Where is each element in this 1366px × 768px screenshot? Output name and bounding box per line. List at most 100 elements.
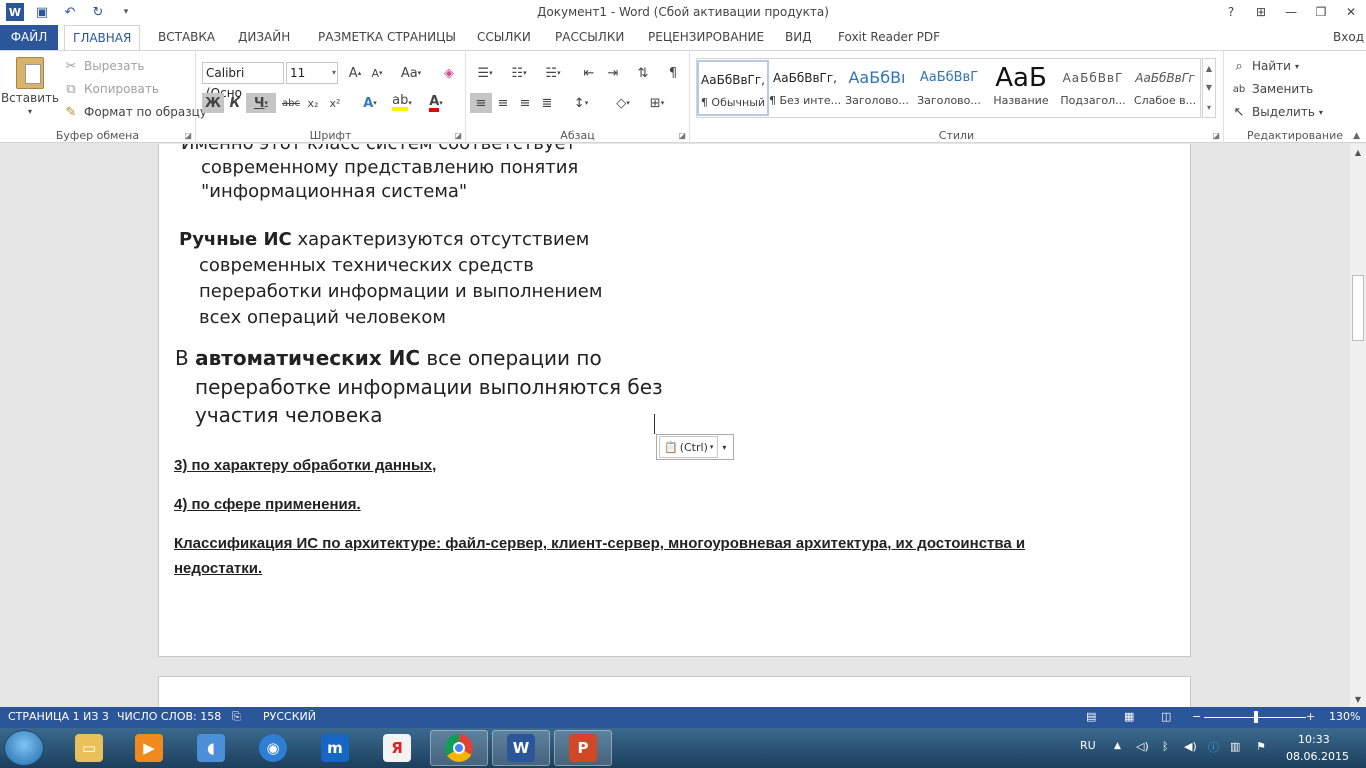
sort-icon[interactable]: ⇅ (632, 63, 654, 83)
zoom-in-icon[interactable]: + (1306, 710, 1315, 723)
show-marks-icon[interactable]: ¶ (662, 63, 684, 83)
copy-button[interactable]: ⧉ Копировать (62, 80, 159, 98)
cut-button[interactable]: ✂ Вырезать (62, 57, 145, 75)
superscript-button[interactable]: x² (324, 93, 346, 113)
bluetooth-icon[interactable]: ᛒ (1162, 740, 1169, 753)
taskbar-powerpoint[interactable]: P (554, 730, 612, 766)
taskbar-globe[interactable]: ◉ (244, 730, 302, 766)
taskbar-media-player[interactable]: ▶ (120, 730, 178, 766)
zoom-out-icon[interactable]: − (1192, 710, 1201, 723)
clear-formatting-icon[interactable]: ◈ (438, 63, 460, 83)
taskbar-maxthon[interactable]: m (306, 730, 364, 766)
replace-button[interactable]: ab Заменить (1230, 80, 1313, 98)
borders-icon[interactable]: ⊞ ▾ (642, 93, 672, 113)
taskbar-explorer[interactable]: ▭ (60, 730, 118, 766)
subscript-button[interactable]: x₂ (302, 93, 324, 113)
align-right-icon[interactable]: ≡ (514, 93, 536, 113)
increase-indent-icon[interactable]: ⇥ (602, 63, 624, 83)
multilevel-list-icon[interactable]: ☵ ▾ (538, 63, 568, 83)
tab-references[interactable]: ССЫЛКИ (469, 25, 539, 50)
sign-in-link[interactable]: Вход (1333, 25, 1366, 50)
align-center-icon[interactable]: ≡ (492, 93, 514, 113)
font-size-field[interactable]: 11 ▾ (286, 62, 338, 84)
grow-font-button[interactable]: A ▴ (344, 63, 366, 83)
find-button[interactable]: ⌕ Найти ▾ (1230, 57, 1299, 75)
start-button[interactable] (4, 730, 44, 766)
shrink-font-button[interactable]: A ▾ (366, 63, 388, 83)
zoom-level[interactable]: 130% (1329, 710, 1360, 723)
zoom-slider-thumb[interactable] (1254, 711, 1258, 723)
tab-design[interactable]: ДИЗАЙН (230, 25, 298, 50)
network-icon[interactable]: ▥ (1230, 740, 1240, 753)
info-icon[interactable]: ⓘ (1208, 739, 1219, 755)
flag-icon[interactable]: ⚑ (1256, 740, 1266, 753)
font-name-field[interactable]: Calibri (Осно (202, 62, 284, 100)
styles-gallery-scroll[interactable]: ▲ ▼ ▾ (1202, 58, 1216, 118)
italic-button[interactable]: К (224, 93, 246, 113)
chevron-down-icon[interactable]: ▾ (722, 443, 726, 452)
style-heading-1[interactable]: АаБбВı Заголово... (841, 60, 913, 116)
clock-date[interactable]: 08.06.2015 (1286, 750, 1349, 763)
change-case-button[interactable]: Aa ▾ (396, 63, 426, 83)
taskbar-speaker-app[interactable]: ◖ (182, 730, 240, 766)
tab-insert[interactable]: ВСТАВКА (150, 25, 223, 50)
read-mode-icon[interactable]: ▤ (1086, 710, 1096, 723)
taskbar-word[interactable]: W (492, 730, 550, 766)
document-page[interactable] (158, 676, 1191, 707)
scroll-down-icon[interactable]: ▼ (1350, 691, 1366, 707)
tab-mailings[interactable]: РАССЫЛКИ (547, 25, 632, 50)
style-subtle-emphasis[interactable]: АаБбВвГг Слабое в... (1129, 60, 1201, 116)
web-layout-icon[interactable]: ◫ (1161, 710, 1171, 723)
scroll-thumb[interactable] (1352, 275, 1364, 341)
word-count[interactable]: ЧИСЛО СЛОВ: 158 (117, 710, 221, 723)
chevron-up-icon[interactable]: ▲ (1206, 64, 1212, 73)
vertical-scrollbar[interactable]: ▲ ▼ (1350, 144, 1366, 707)
paste-options-button[interactable]: 📋 (Ctrl) ▾ ▾ (656, 434, 734, 460)
clock-time[interactable]: 10:33 (1298, 733, 1330, 746)
style-normal[interactable]: АаБбВвГг, ¶ Обычный (697, 60, 769, 116)
help-button[interactable]: ? (1216, 0, 1246, 24)
align-left-icon[interactable]: ≡ (470, 93, 492, 113)
close-button[interactable]: ✕ (1336, 0, 1366, 24)
decrease-indent-icon[interactable]: ⇤ (578, 63, 600, 83)
style-heading-2[interactable]: АаБбВвГ Заголово... (913, 60, 985, 116)
style-title[interactable]: АаБ Название (985, 60, 1057, 116)
strikethrough-button[interactable]: abc (280, 93, 302, 113)
tab-foxit[interactable]: Foxit Reader PDF (830, 25, 948, 50)
format-painter-button[interactable]: ✎ Формат по образцу (62, 103, 207, 121)
taskbar-chrome[interactable] (430, 730, 488, 766)
print-layout-icon[interactable]: ▦ (1124, 710, 1134, 723)
sound-icon[interactable]: ◁) (1136, 740, 1149, 753)
chevron-down-icon[interactable]: ▼ (1206, 83, 1212, 92)
numbering-icon[interactable]: ☷ ▾ (504, 63, 534, 83)
dialog-launcher-icon[interactable]: ◪ (184, 131, 192, 140)
restore-button[interactable]: ❐ (1306, 0, 1336, 24)
dialog-launcher-icon[interactable]: ◪ (678, 131, 686, 140)
tab-page-layout[interactable]: РАЗМЕТКА СТРАНИЦЫ (310, 25, 464, 50)
tab-view[interactable]: ВИД (777, 25, 820, 50)
bullets-icon[interactable]: ☰ ▾ (470, 63, 500, 83)
highlight-color-icon[interactable]: ab ▾ (388, 93, 416, 113)
select-button[interactable]: ↖ Выделить ▾ (1230, 103, 1323, 121)
line-spacing-icon[interactable]: ↕ ▾ (566, 93, 596, 113)
ribbon-display-options-button[interactable]: ⊞ (1246, 0, 1276, 24)
collapse-ribbon-icon[interactable]: ▲ (1353, 131, 1360, 141)
language-indicator[interactable]: РУССКИЙ (263, 710, 316, 723)
tab-file[interactable]: ФАЙЛ (0, 25, 58, 50)
volume-icon[interactable]: ◀) (1184, 740, 1197, 753)
font-color-icon[interactable]: A ▾ (422, 93, 450, 113)
taskbar-yandex[interactable]: Я (368, 730, 426, 766)
justify-icon[interactable]: ≣ (536, 93, 558, 113)
text-effects-icon[interactable]: A ▾ (356, 93, 384, 113)
minimize-button[interactable]: — (1276, 0, 1306, 24)
scroll-up-icon[interactable]: ▲ (1350, 144, 1366, 160)
dialog-launcher-icon[interactable]: ◪ (454, 131, 462, 140)
more-icon[interactable]: ▾ (1207, 103, 1211, 112)
shading-icon[interactable]: ◇ ▾ (608, 93, 638, 113)
underline-button[interactable]: Ч ▾ (246, 93, 276, 113)
page-count[interactable]: СТРАНИЦА 1 ИЗ 3 (8, 710, 109, 723)
style-no-spacing[interactable]: АаБбВвГг, ¶ Без инте... (769, 60, 841, 116)
dialog-launcher-icon[interactable]: ◪ (1212, 131, 1220, 140)
document-page[interactable]: Именно этот класс систем соответствует с… (158, 144, 1191, 657)
tab-home[interactable]: ГЛАВНАЯ (64, 25, 141, 51)
